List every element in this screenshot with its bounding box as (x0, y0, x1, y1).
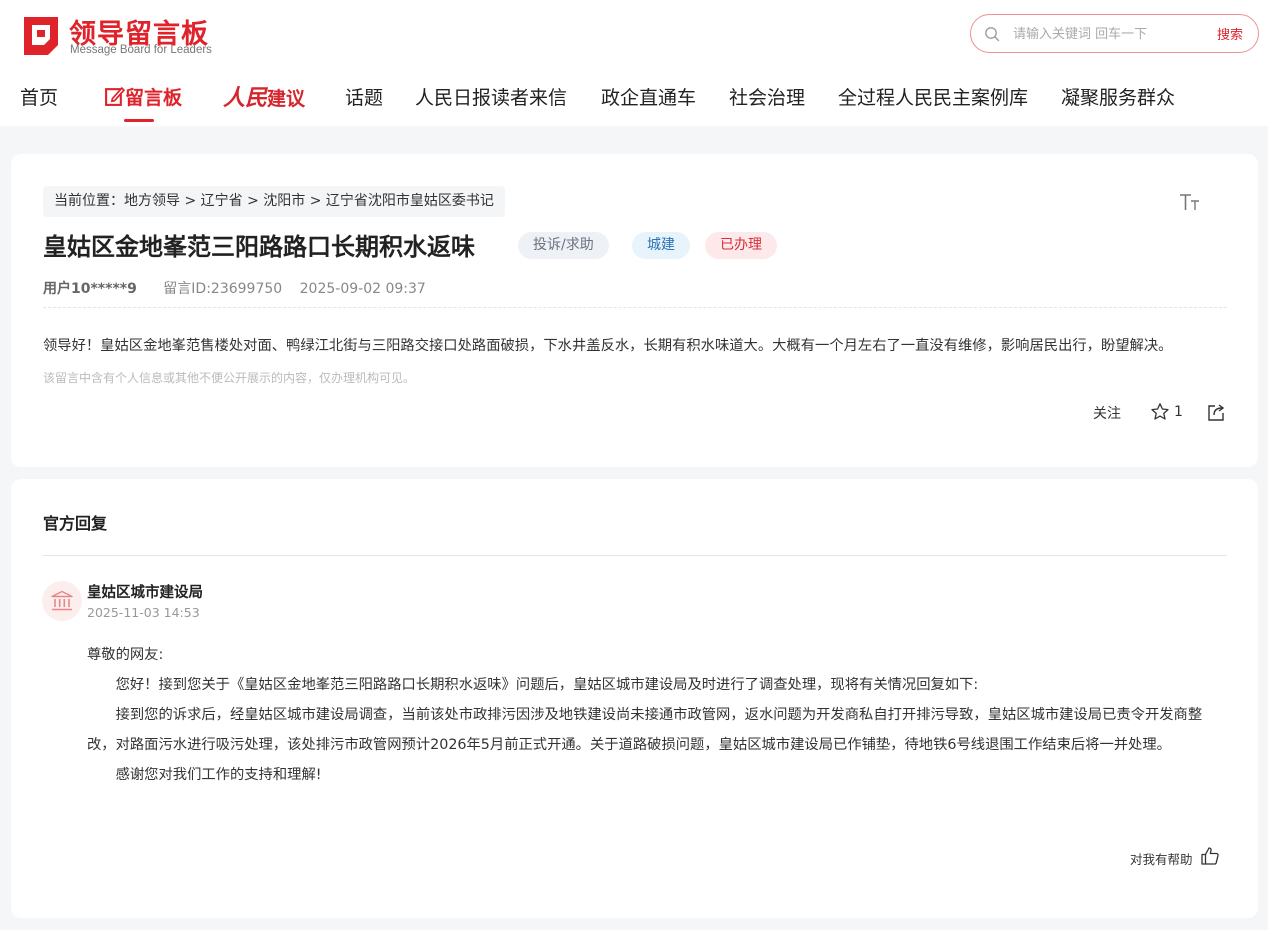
official-reply-card: 官方回复 皇姑区城市建设局 2025-11-03 14:53 尊敬的网友: 您好… (11, 479, 1258, 918)
category-tag: 城建 (632, 232, 690, 259)
search-icon (985, 27, 1000, 42)
like-button[interactable]: 1 (1150, 401, 1183, 422)
reply-greeting: 尊敬的网友: (87, 647, 164, 663)
type-tag: 投诉/求助 (518, 232, 609, 259)
nav-item-home[interactable]: 首页 (20, 83, 58, 110)
reply-paragraph: 感谢您对我们工作的支持和理解! (115, 767, 322, 783)
reply-datetime: 2025-11-03 14:53 (87, 605, 200, 620)
divider (43, 307, 1227, 308)
search-box: 搜索 (970, 14, 1259, 53)
nav-active-indicator (124, 119, 154, 122)
avatar (42, 581, 82, 621)
search-button[interactable]: 搜索 (1217, 24, 1243, 43)
edit-icon (105, 86, 126, 106)
reply-section-title: 官方回复 (43, 514, 108, 533)
suggestions-label: 建议 (267, 88, 306, 110)
divider (43, 555, 1227, 556)
like-count: 1 (1174, 403, 1183, 420)
helpful-label[interactable]: 对我有帮助 (1130, 849, 1193, 868)
user-name: 用户10*****9 (43, 281, 137, 297)
breadcrumb[interactable]: 当前位置：地方领导 > 辽宁省 > 沈阳市 > 辽宁省沈阳市皇姑区委书记 (43, 186, 505, 217)
message-datetime: 2025-09-02 09:37 (299, 281, 426, 297)
reply-paragraph: 接到您的诉求后，经皇姑区城市建设局调查，当前该处市政排污因涉及地铁建设尚未接通市… (87, 707, 1203, 753)
privacy-note: 该留言中含有个人信息或其他不便公开展示的内容，仅办理机构可见。 (43, 371, 416, 385)
logo-subtitle: Message Board for Leaders (70, 44, 212, 56)
nav-item-democracy-cases[interactable]: 全过程人民民主案例库 (838, 83, 1028, 110)
thumbs-up-icon[interactable] (1200, 846, 1220, 866)
site-logo[interactable]: 领导留言板 Message Board for Leaders (20, 12, 220, 58)
government-building-icon (51, 590, 73, 611)
nav-item-readers-letters[interactable]: 人民日报读者来信 (415, 83, 567, 110)
message-title: 皇姑区金地峯范三阳路路口长期积水返味 (43, 233, 475, 261)
nav-item-topics[interactable]: 话题 (345, 83, 383, 110)
share-icon[interactable] (1206, 402, 1226, 422)
font-size-icon[interactable] (1179, 192, 1203, 212)
nav-item-govt-enterprise[interactable]: 政企直通车 (601, 83, 696, 110)
message-content: 领导好！皇姑区金地峯范售楼处对面、鸭绿江北街与三阳路交接口处路面破损，下水井盖反… (43, 338, 1173, 354)
nav-item-serve-masses[interactable]: 凝聚服务群众 (1061, 83, 1175, 110)
status-badge: 已办理 (705, 232, 777, 259)
reply-paragraph: 您好！接到您关于《皇姑区金地峯范三阳路路口长期积水返味》问题后，皇姑区城市建设局… (115, 677, 979, 693)
star-icon (1151, 402, 1169, 420)
top-header: 领导留言板 Message Board for Leaders 搜索 首页 留言… (0, 0, 1268, 126)
nav-item-message-board-label: 留言板 (125, 87, 183, 109)
main-nav: 首页 留言板 人民建议 话题 人民日报读者来信 政企直通车 社会治理 全过程人民… (0, 78, 1268, 122)
logo-mark-icon (24, 17, 58, 55)
people-brand-script: 人民 (223, 85, 268, 111)
nav-item-social-governance[interactable]: 社会治理 (729, 83, 805, 110)
message-id: 留言ID:23699750 (163, 281, 283, 297)
department-name: 皇姑区城市建设局 (87, 585, 203, 601)
message-meta: 用户10*****9 留言ID:23699750 2025-09-02 09:3… (43, 278, 426, 298)
reply-body: 尊敬的网友: 您好！接到您关于《皇姑区金地峯范三阳路路口长期积水返味》问题后，皇… (87, 640, 1229, 790)
search-input[interactable] (1013, 24, 1188, 44)
message-card: 当前位置：地方领导 > 辽宁省 > 沈阳市 > 辽宁省沈阳市皇姑区委书记 皇姑区… (11, 154, 1258, 467)
nav-item-message-board[interactable]: 留言板 (104, 83, 182, 110)
nav-item-people-suggestions[interactable]: 人民建议 (223, 80, 305, 112)
follow-button[interactable]: 关注 (1093, 403, 1121, 423)
